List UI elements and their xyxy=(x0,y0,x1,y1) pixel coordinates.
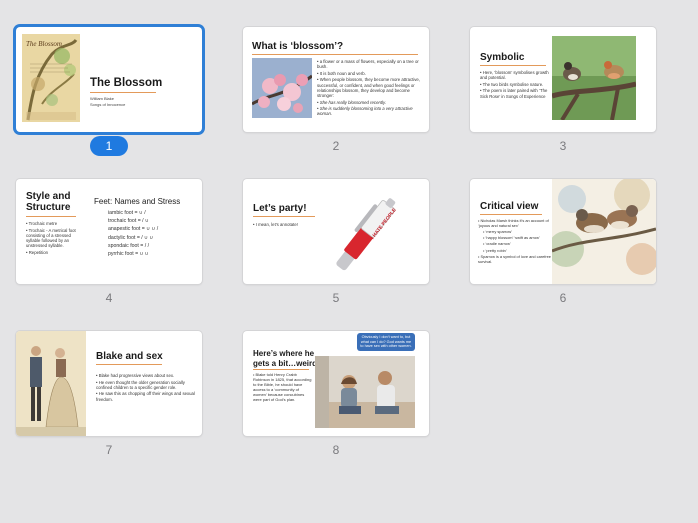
speech-bubble: Obviously I don’t want to, but what can … xyxy=(357,333,415,351)
bullet: • The poem is later paired with ‘The Sic… xyxy=(480,88,548,99)
sparrows-painting xyxy=(552,179,656,284)
slide-6-title: Critical view xyxy=(480,201,539,212)
slide-1-author: William Blake xyxy=(90,96,115,101)
slide-thumbnail-2[interactable]: What is ‘blossom’? • a flower or a mass … xyxy=(243,27,429,153)
couple-arguing-photo xyxy=(315,356,415,428)
slide-3-canvas[interactable]: Symbolic • Here, ‘blossom’ symbolises gr… xyxy=(470,27,656,132)
foot-pyrrhic: pyrrhic foot = ∪ ∪ xyxy=(108,251,149,258)
title-rule xyxy=(252,54,418,55)
slide-4-bullets: • Trochaic metre • Trochaic - A metrical… xyxy=(26,221,84,256)
slide-4-title: Style and Structure xyxy=(26,191,71,213)
title-rule xyxy=(26,216,76,217)
slide-2-title: What is ‘blossom’? xyxy=(252,41,344,52)
slide-thumbnail-4[interactable]: Style and Structure • Trochaic metre • T… xyxy=(16,179,202,305)
slide-thumbnail-1[interactable]: The Blossom The Blossom William Blake So… xyxy=(16,27,202,156)
blossom-photo xyxy=(252,58,312,118)
slide-1-collection: Songs of Innocence xyxy=(90,102,126,107)
slide-thumbnail-8[interactable]: Here’s where he gets a bit…weird • Blake… xyxy=(243,331,429,457)
slide-thumbnail-6[interactable]: Critical view • Nicholas Marsh thinks it… xyxy=(470,179,656,305)
birds-photo xyxy=(552,36,636,120)
title-rule xyxy=(90,92,156,93)
bullet: • He saw this as chopping off their wing… xyxy=(96,391,195,402)
slide-6-canvas[interactable]: Critical view • Nicholas Marsh thinks it… xyxy=(470,179,656,284)
slide-5-bullets: • I mean, let’s annotate! xyxy=(253,222,303,229)
slide-number-6: 6 xyxy=(559,291,567,305)
title-rule xyxy=(96,364,162,365)
sub-bullet: • ‘happy blossom’ ‘swift as arrow’ xyxy=(483,235,540,241)
bullet: • She is suddenly blossoming into a very… xyxy=(317,106,413,117)
foot-iambic: iambic foot = ∪ / xyxy=(108,210,146,216)
slide-number-5: 5 xyxy=(332,291,340,305)
bullet: • a flower or a mass of flowers, especia… xyxy=(317,59,419,70)
foot-trochaic: trochaic foot = / ∪ xyxy=(108,218,149,225)
sub-bullet: • ‘merry sparrow’ xyxy=(483,228,513,234)
slide-5-canvas[interactable]: Let’s party! • I mean, let’s annotate! I… xyxy=(243,179,429,284)
foot-spondaic: spondaic foot = / / xyxy=(108,242,150,249)
bullet: • Nicholas Marsh thinks it’s an account … xyxy=(478,218,549,228)
victorian-couple-image xyxy=(16,331,86,436)
bullet: • The two birds symbolise nature. xyxy=(480,81,544,87)
slide-6-bullets: • Nicholas Marsh thinks it’s an account … xyxy=(478,218,552,266)
pen-image: I HATE PEOPLE xyxy=(321,187,413,279)
slide-4-canvas[interactable]: Style and Structure • Trochaic metre • T… xyxy=(16,179,202,284)
bullet: • Repetition xyxy=(26,249,49,255)
slide-number-1: 1 xyxy=(90,136,128,156)
bullet: • He even thought the older generation s… xyxy=(96,379,185,390)
slide-1-canvas[interactable]: The Blossom The Blossom William Blake So… xyxy=(16,27,202,132)
slide-thumbnail-7[interactable]: Blake and sex • Blake had progressive vi… xyxy=(16,331,202,457)
plate-caption: The Blossom xyxy=(26,40,62,48)
bullet: • Here, ‘blossom’ symbolises growth and … xyxy=(480,70,549,81)
bullet: • I mean, let’s annotate! xyxy=(253,222,298,227)
bullet: • Blake told Henry Crabb Robinson in 182… xyxy=(253,372,312,402)
title-rule xyxy=(480,214,542,215)
bullet: • Trochaic metre xyxy=(26,221,58,226)
blossom-plate-image: The Blossom xyxy=(22,34,80,122)
slide-1-title: The Blossom xyxy=(90,77,163,89)
slide-7-title: Blake and sex xyxy=(96,351,163,362)
title-rule xyxy=(480,65,546,66)
slide-number-7: 7 xyxy=(105,443,113,457)
slide-3-bullets: • Here, ‘blossom’ symbolises growth and … xyxy=(480,70,552,100)
slide-3-title: Symbolic xyxy=(480,52,525,63)
bullet: • When people blossom, they become more … xyxy=(317,77,421,98)
slide-number-3: 3 xyxy=(559,139,567,153)
bullet: • She has really blossomed recently. xyxy=(317,99,387,105)
foot-dactylic: dactylic foot = / ∪ ∪ xyxy=(108,234,154,241)
bullet: • It is both noun and verb. xyxy=(317,70,366,76)
slide-number-4: 4 xyxy=(105,291,113,305)
slide-2-canvas[interactable]: What is ‘blossom’? • a flower or a mass … xyxy=(243,27,429,132)
slide-8-bullets: • Blake told Henry Crabb Robinson in 182… xyxy=(253,372,313,404)
sub-bullet: • ‘pretty robin’ xyxy=(483,247,507,253)
sub-bullet: • ‘cradle narrow’ xyxy=(483,241,511,247)
slide-7-canvas[interactable]: Blake and sex • Blake had progressive vi… xyxy=(16,331,202,436)
slide-thumbnail-5[interactable]: Let’s party! • I mean, let’s annotate! I… xyxy=(243,179,429,305)
foot-anapestic: anapestic foot = ∪ ∪ / xyxy=(108,226,159,233)
slide-5-title: Let’s party! xyxy=(253,203,307,214)
bullet: • Blake had progressive views about sex. xyxy=(96,373,175,378)
title-rule xyxy=(253,216,315,217)
slide-7-bullets: • Blake had progressive views about sex.… xyxy=(96,373,196,403)
feet-list: iambic foot = ∪ / trochaic foot = / ∪ an… xyxy=(108,209,158,258)
slide-8-canvas[interactable]: Here’s where he gets a bit…weird • Blake… xyxy=(243,331,429,436)
bullet: • Trochaic - A metrical foot consisting … xyxy=(26,227,76,249)
slide-2-bullets: • a flower or a mass of flowers, especia… xyxy=(317,59,423,118)
slide-number-8: 8 xyxy=(332,443,340,457)
bullet: • Sparrow is a symbol of love and carefr… xyxy=(478,253,551,264)
title-rule xyxy=(253,369,309,370)
slide-number-2: 2 xyxy=(332,139,340,153)
feet-heading: Feet: Names and Stress xyxy=(94,197,181,206)
slide-thumbnail-3[interactable]: Symbolic • Here, ‘blossom’ symbolises gr… xyxy=(470,27,656,153)
